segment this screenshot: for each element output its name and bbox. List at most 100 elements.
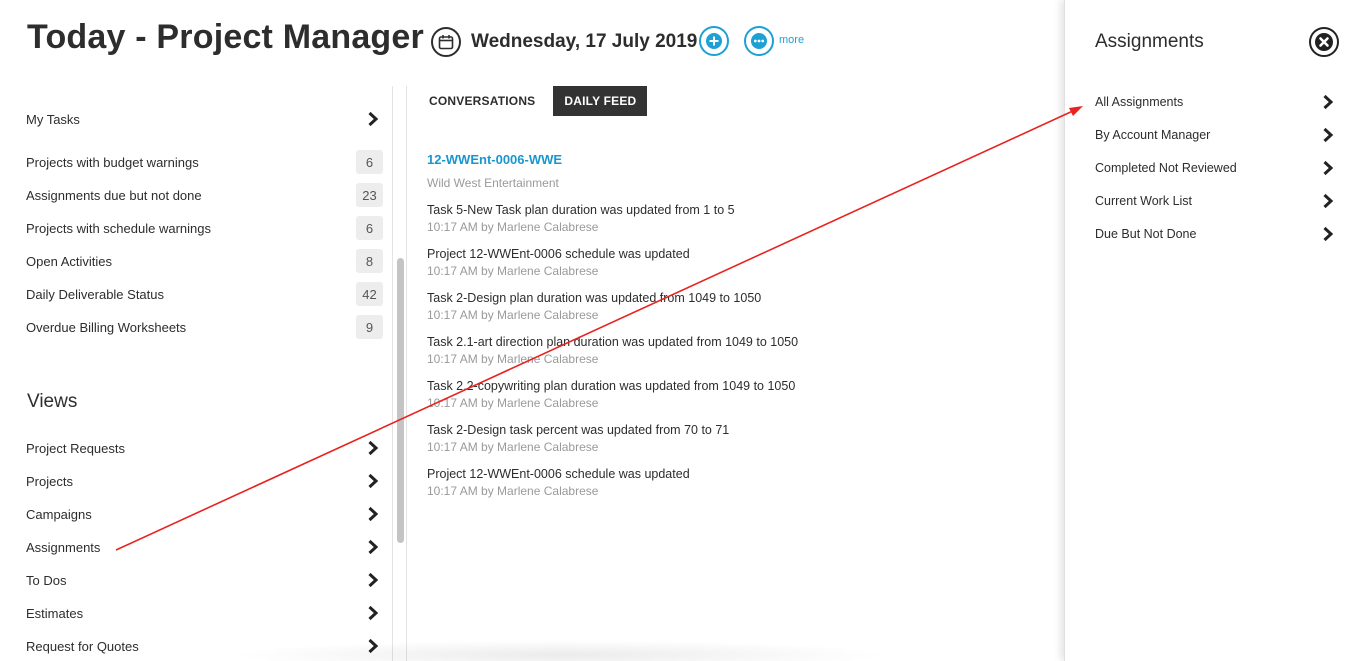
alert-row[interactable]: Daily Deliverable Status 42 bbox=[26, 282, 383, 306]
project-link[interactable]: 12-WWEnt-0006-WWE bbox=[427, 152, 1027, 170]
chevron-right-icon bbox=[1318, 125, 1338, 145]
date-display[interactable]: Wednesday, 17 July 2019 bbox=[431, 27, 697, 57]
feed-item: Project 12-WWEnt-0006 schedule was updat… bbox=[427, 247, 1027, 281]
view-label: Projects bbox=[26, 473, 73, 489]
ellipsis-icon bbox=[751, 33, 767, 49]
assignments-panel: Assignments All Assignments By Account M… bbox=[1064, 0, 1358, 661]
alert-label: Projects with schedule warnings bbox=[26, 220, 211, 236]
calendar-icon[interactable] bbox=[431, 27, 461, 57]
close-button[interactable] bbox=[1309, 27, 1339, 57]
page-title: Today - Project Manager bbox=[27, 18, 424, 56]
view-label: Project Requests bbox=[26, 440, 125, 456]
chevron-right-icon bbox=[363, 438, 383, 458]
alert-row[interactable]: Open Activities 8 bbox=[26, 249, 383, 273]
panel-item-label: All Assignments bbox=[1095, 95, 1184, 109]
view-item-estimates[interactable]: Estimates bbox=[26, 601, 383, 625]
chevron-right-icon bbox=[363, 603, 383, 623]
feed-item: Task 5-New Task plan duration was update… bbox=[427, 203, 1027, 237]
panel-item-label: Due But Not Done bbox=[1095, 227, 1197, 241]
alert-label: Daily Deliverable Status bbox=[26, 286, 165, 302]
panel-item-label: Completed Not Reviewed bbox=[1095, 161, 1237, 175]
feed-item-meta: 10:17 AM by Marlene Calabrese bbox=[427, 220, 599, 234]
feed-item: Task 2-Design task percent was updated f… bbox=[427, 423, 1027, 457]
feed-item-text: Project 12-WWEnt-0006 schedule was updat… bbox=[427, 467, 690, 481]
more-button[interactable] bbox=[744, 26, 774, 56]
view-label: Assignments bbox=[26, 539, 101, 555]
project-client: Wild West Entertainment bbox=[427, 176, 559, 190]
chevron-right-icon bbox=[363, 570, 383, 590]
count-badge: 23 bbox=[356, 183, 383, 207]
feed-item-meta: 10:17 AM by Marlene Calabrese bbox=[427, 352, 599, 366]
my-tasks-row[interactable]: My Tasks bbox=[26, 107, 383, 131]
view-label: Request for Quotes bbox=[26, 638, 139, 654]
feed-item-text: Task 2.2-copywriting plan duration was u… bbox=[427, 379, 796, 393]
feed-item: Task 2-Design plan duration was updated … bbox=[427, 291, 1027, 325]
add-button[interactable] bbox=[699, 26, 729, 56]
divider bbox=[406, 86, 407, 661]
count-badge: 9 bbox=[356, 315, 383, 339]
plus-icon bbox=[706, 33, 722, 49]
feed-tabs: CONVERSATIONS DAILY FEED bbox=[429, 86, 648, 116]
alert-label: Overdue Billing Worksheets bbox=[26, 319, 187, 335]
view-item-campaigns[interactable]: Campaigns bbox=[26, 502, 383, 526]
chevron-right-icon bbox=[363, 471, 383, 491]
chevron-right-icon bbox=[363, 537, 383, 557]
chevron-right-icon bbox=[1318, 158, 1338, 178]
chevron-right-icon bbox=[1318, 224, 1338, 244]
panel-item-label: By Account Manager bbox=[1095, 128, 1211, 142]
alert-row[interactable]: Overdue Billing Worksheets 9 bbox=[26, 315, 383, 339]
panel-item-by-account-manager[interactable]: By Account Manager bbox=[1095, 124, 1338, 146]
divider bbox=[392, 86, 393, 661]
panel-item-due-but-not-done[interactable]: Due But Not Done bbox=[1095, 223, 1338, 245]
close-icon bbox=[1315, 33, 1333, 51]
bottom-shadow bbox=[230, 640, 890, 661]
view-item-projects[interactable]: Projects bbox=[26, 469, 383, 493]
alert-row[interactable]: Projects with budget warnings 6 bbox=[26, 150, 383, 174]
date-text: Wednesday, 17 July 2019 bbox=[471, 31, 698, 52]
feed-item-meta: 10:17 AM by Marlene Calabrese bbox=[427, 264, 599, 278]
views-heading: Views bbox=[27, 391, 78, 412]
daily-feed: 12-WWEnt-0006-WWE Wild West Entertainmen… bbox=[427, 152, 1027, 501]
count-badge: 8 bbox=[356, 249, 383, 273]
chevron-right-icon bbox=[1318, 92, 1338, 112]
panel-item-current-work-list[interactable]: Current Work List bbox=[1095, 190, 1338, 212]
panel-item-completed-not-reviewed[interactable]: Completed Not Reviewed bbox=[1095, 157, 1338, 179]
count-badge: 6 bbox=[356, 216, 383, 240]
count-badge: 6 bbox=[356, 150, 383, 174]
tab-daily-feed[interactable]: DAILY FEED bbox=[553, 86, 648, 116]
feed-item: Task 2.2-copywriting plan duration was u… bbox=[427, 379, 1027, 413]
more-link[interactable]: more bbox=[779, 34, 804, 46]
feed-item-text: Task 5-New Task plan duration was update… bbox=[427, 203, 735, 217]
feed-item: Project 12-WWEnt-0006 schedule was updat… bbox=[427, 467, 1027, 501]
alert-label: Open Activities bbox=[26, 253, 112, 269]
tab-conversations[interactable]: CONVERSATIONS bbox=[418, 86, 546, 116]
feed-item-meta: 10:17 AM by Marlene Calabrese bbox=[427, 440, 599, 454]
chevron-right-icon bbox=[363, 504, 383, 524]
alert-label: Projects with budget warnings bbox=[26, 154, 199, 170]
left-sidebar: My Tasks Projects with budget warnings 6… bbox=[0, 86, 393, 661]
alert-row[interactable]: Projects with schedule warnings 6 bbox=[26, 216, 383, 240]
view-label: Estimates bbox=[26, 605, 84, 621]
panel-item-label: Current Work List bbox=[1095, 194, 1193, 208]
feed-item-text: Task 2.1-art direction plan duration was… bbox=[427, 335, 799, 349]
feed-item-meta: 10:17 AM by Marlene Calabrese bbox=[427, 308, 599, 322]
alert-label: Assignments due but not done bbox=[26, 187, 202, 203]
panel-title: Assignments bbox=[1095, 31, 1204, 52]
alert-row[interactable]: Assignments due but not done 23 bbox=[26, 183, 383, 207]
chevron-right-icon bbox=[1318, 191, 1338, 211]
count-badge: 42 bbox=[356, 282, 383, 306]
chevron-right-icon bbox=[363, 109, 383, 129]
view-label: To Dos bbox=[26, 572, 67, 588]
feed-item: Task 2.1-art direction plan duration was… bbox=[427, 335, 1027, 369]
view-item-assignments[interactable]: Assignments bbox=[26, 535, 383, 559]
view-item-to-dos[interactable]: To Dos bbox=[26, 568, 383, 592]
my-tasks-label: My Tasks bbox=[26, 111, 80, 127]
feed-item-meta: 10:17 AM by Marlene Calabrese bbox=[427, 484, 599, 498]
view-label: Campaigns bbox=[26, 506, 92, 522]
feed-item-meta: 10:17 AM by Marlene Calabrese bbox=[427, 396, 599, 410]
scrollbar-thumb[interactable] bbox=[397, 258, 404, 543]
feed-item-text: Task 2-Design plan duration was updated … bbox=[427, 291, 762, 305]
panel-item-all-assignments[interactable]: All Assignments bbox=[1095, 91, 1338, 113]
feed-item-text: Project 12-WWEnt-0006 schedule was updat… bbox=[427, 247, 690, 261]
view-item-project-requests[interactable]: Project Requests bbox=[26, 436, 383, 460]
